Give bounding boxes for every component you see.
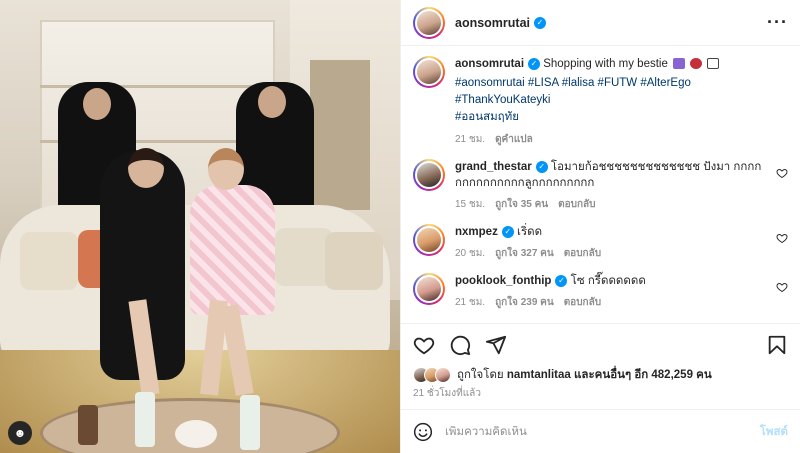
comment-row: pooklook_fonthip ✓ โซ กรี๊ดดดดดด 21 ชม. ถ… bbox=[413, 273, 788, 310]
comment-text: เริ่ดด bbox=[517, 226, 543, 238]
reply-button[interactable]: ตอบกลับ bbox=[564, 246, 601, 261]
hashtags-line[interactable]: #aonsomrutai #LISA #lalisa #FUTW #AlterE… bbox=[455, 75, 772, 109]
post-modal: ☻ aonsomrutai ✓ ··· aonsomrutai ✓ Shoppin… bbox=[0, 0, 800, 453]
bodyguard-right-head bbox=[258, 86, 286, 118]
user-tag-icon[interactable]: ☻ bbox=[8, 421, 32, 445]
cushion bbox=[325, 232, 383, 290]
comment-time: 21 ชม. bbox=[455, 297, 486, 308]
caption-hashtags[interactable]: #aonsomrutai #LISA #lalisa #FUTW #AlterE… bbox=[455, 75, 772, 126]
verified-icon: ✓ bbox=[555, 274, 568, 287]
comment-input[interactable] bbox=[445, 425, 760, 438]
heart-icon[interactable] bbox=[776, 232, 788, 244]
bodyguard-left-head bbox=[83, 88, 111, 120]
water-bottle bbox=[135, 392, 155, 447]
comment-row: grand_thestar ✓ โอมายก้อชชชชชชชชชชชชช ปัง… bbox=[413, 159, 788, 212]
post-time-ago: 21 ชั่วโมงที่แล้ว bbox=[413, 388, 481, 399]
commenter-username[interactable]: nxmpez bbox=[455, 226, 498, 238]
cushion bbox=[20, 232, 78, 290]
post-side-panel: aonsomrutai ✓ ··· aonsomrutai ✓ Shopping … bbox=[400, 0, 800, 453]
caption-text: Shopping with my bestie bbox=[543, 58, 668, 70]
comment-text: โซ กรี๊ดดดดดด bbox=[570, 275, 646, 287]
comment-time: 15 ชม. bbox=[455, 199, 486, 210]
likes-count[interactable]: และคนอื่นๆ อีก 482,259 คน bbox=[574, 366, 712, 384]
store-doorway bbox=[310, 60, 370, 210]
heart-icon[interactable] bbox=[776, 167, 788, 179]
heart-emoji-icon bbox=[690, 58, 703, 70]
person-pink-outfit-head bbox=[208, 148, 244, 190]
see-translation-link[interactable]: ดูคำแปล bbox=[495, 132, 533, 147]
gif-sticker-icon bbox=[707, 58, 720, 70]
heart-icon[interactable] bbox=[413, 334, 435, 356]
comment-time: 20 ชม. bbox=[455, 248, 486, 259]
heart-icon[interactable] bbox=[776, 281, 788, 293]
emoji-icon[interactable] bbox=[413, 422, 433, 442]
comments-list[interactable]: aonsomrutai ✓ Shopping with my bestie #ao… bbox=[401, 46, 800, 323]
author-avatar[interactable] bbox=[413, 6, 445, 39]
likes-summary[interactable]: ถูกใจโดย namtanlitaa และคนอื่นๆ อีก 482,… bbox=[401, 365, 800, 385]
plate bbox=[175, 420, 217, 448]
verified-icon: ✓ bbox=[534, 16, 547, 29]
comment-composer: โพสต์ bbox=[401, 409, 800, 453]
commenter-username[interactable]: grand_thestar bbox=[455, 161, 532, 173]
person-pink-outfit bbox=[190, 185, 275, 315]
more-icon[interactable]: ··· bbox=[767, 12, 788, 33]
verified-icon: ✓ bbox=[528, 57, 541, 70]
likes-prefix: ถูกใจโดย bbox=[457, 369, 504, 381]
commenter-avatar[interactable] bbox=[413, 159, 445, 191]
comment-likes-count[interactable]: ถูกใจ 35 คน bbox=[495, 197, 548, 212]
avatar bbox=[435, 367, 451, 383]
reply-button[interactable]: ตอบกลับ bbox=[564, 295, 601, 310]
comment-likes-count[interactable]: ถูกใจ 239 คน bbox=[495, 295, 554, 310]
hashtags-line[interactable]: #ออนสมฤทัย bbox=[455, 109, 772, 126]
post-photo[interactable]: ☻ bbox=[0, 0, 400, 453]
comment-icon[interactable] bbox=[449, 334, 471, 356]
verified-icon: ✓ bbox=[535, 160, 548, 173]
author-username[interactable]: aonsomrutai bbox=[455, 16, 530, 30]
author-avatar[interactable] bbox=[413, 56, 445, 88]
bookmark-icon[interactable] bbox=[766, 334, 788, 356]
comment-likes-count[interactable]: ถูกใจ 327 คน bbox=[495, 246, 554, 261]
post-comment-button[interactable]: โพสต์ bbox=[760, 423, 788, 441]
water-bottle bbox=[240, 395, 260, 450]
caption-row: aonsomrutai ✓ Shopping with my bestie #ao… bbox=[413, 56, 788, 147]
reply-button[interactable]: ตอบกลับ bbox=[558, 197, 595, 212]
iced-coffee bbox=[78, 405, 98, 445]
post-actions-bar bbox=[401, 323, 800, 365]
caption-time: 21 ชม. bbox=[455, 134, 486, 145]
person-black-dress-head bbox=[128, 148, 164, 188]
commenter-username[interactable]: pooklook_fonthip bbox=[455, 275, 551, 287]
post-header: aonsomrutai ✓ ··· bbox=[401, 0, 800, 46]
caption-username[interactable]: aonsomrutai bbox=[455, 58, 524, 70]
liker-avatars bbox=[413, 367, 451, 383]
commenter-avatar[interactable] bbox=[413, 224, 445, 256]
shopping-bags-emoji-icon bbox=[673, 58, 686, 70]
likes-username[interactable]: namtanlitaa bbox=[507, 369, 571, 381]
verified-icon: ✓ bbox=[501, 225, 514, 238]
commenter-avatar[interactable] bbox=[413, 273, 445, 305]
comment-row: nxmpez ✓ เริ่ดด 20 ชม. ถูกใจ 327 คน ตอบกล… bbox=[413, 224, 788, 261]
share-icon[interactable] bbox=[485, 334, 507, 356]
